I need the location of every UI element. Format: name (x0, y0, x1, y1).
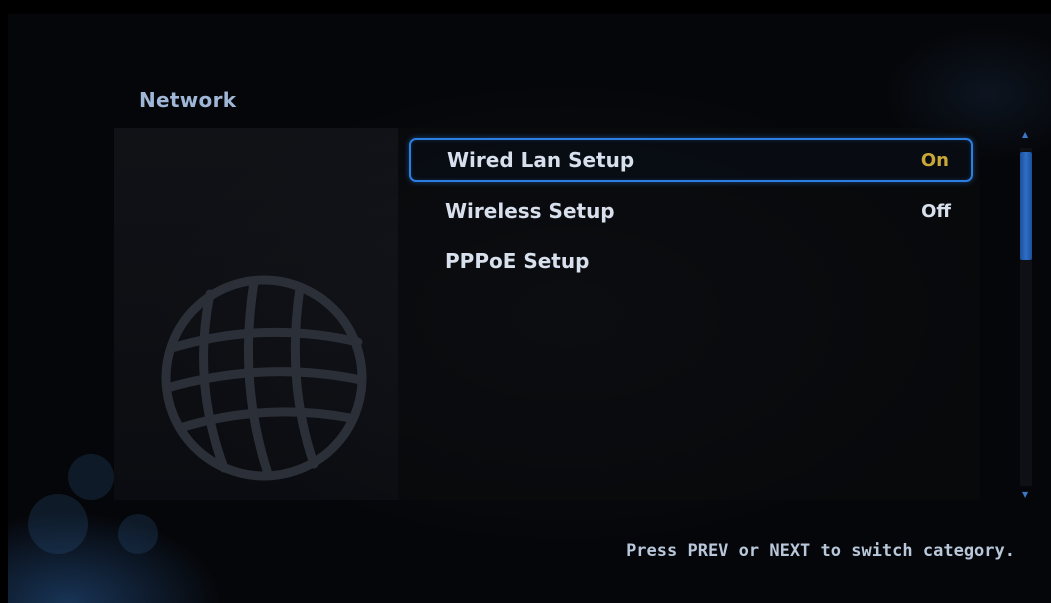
menu-item-pppoe-setup[interactable]: PPPoE Setup (409, 239, 973, 283)
globe-icon (161, 275, 367, 481)
navigation-hint: Press PREV or NEXT to switch category. (626, 541, 1015, 561)
background-bokeh (28, 494, 88, 554)
scroll-thumb[interactable] (1020, 152, 1032, 260)
triangle-down-icon[interactable]: ▼ (1022, 490, 1028, 499)
menu-item-value: On (920, 149, 949, 171)
triangle-up-icon[interactable]: ▲ (1022, 130, 1028, 139)
menu-item-value: Off (921, 200, 951, 222)
menu-item-label: PPPoE Setup (445, 249, 590, 273)
menu-item-wired-lan-setup[interactable]: Wired Lan Setup On (409, 138, 973, 182)
menu-item-wireless-setup[interactable]: Wireless Setup Off (409, 189, 973, 233)
menu-item-label: Wireless Setup (445, 199, 615, 223)
menu-item-label: Wired Lan Setup (447, 148, 635, 172)
background-bokeh (118, 514, 158, 554)
settings-list-panel (398, 128, 980, 500)
page-title: Network (139, 88, 237, 112)
background-bokeh (68, 454, 114, 500)
